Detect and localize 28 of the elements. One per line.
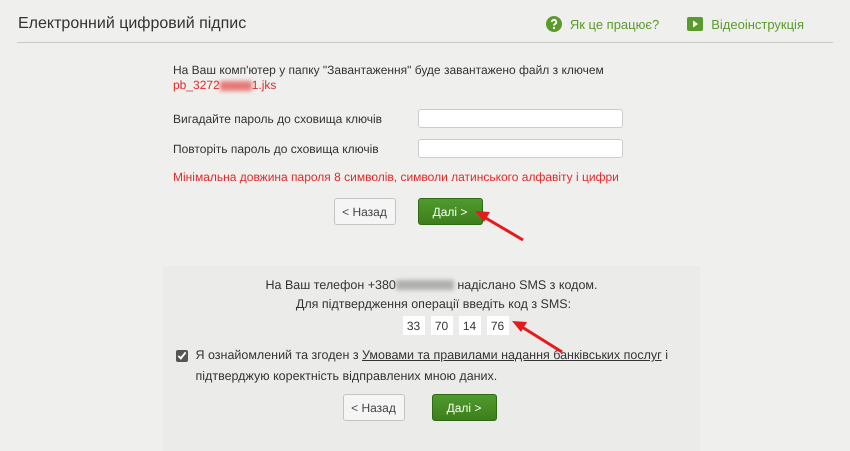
- password-hint: Мінімальна довжина пароля 8 символів, символи латинського алфавіту і цифри: [173, 170, 620, 184]
- phone-notice: На Ваш телефон +380: [266, 278, 396, 292]
- file-name: 1.jks: [252, 78, 276, 93]
- redaction-blur: [396, 280, 454, 290]
- back-button[interactable]: < Назад: [342, 394, 404, 421]
- page-title: Електронний цифровий підпис: [18, 15, 248, 33]
- password-field[interactable]: [418, 109, 623, 128]
- field-label: Вигадайте пароль до сховища ключів: [173, 112, 382, 126]
- help-icon: [546, 16, 562, 32]
- file-name: pb_3272: [173, 78, 220, 93]
- back-button[interactable]: < Назад: [334, 198, 396, 225]
- field-label: Повторіть пароль до сховища ключів: [173, 142, 379, 156]
- code-digit-field[interactable]: 76: [486, 316, 508, 335]
- next-button[interactable]: Далі >: [418, 198, 482, 225]
- arrow: [475, 211, 524, 242]
- redaction-blur: [220, 80, 252, 90]
- code-digit-field[interactable]: 33: [402, 316, 424, 335]
- code-digit-field[interactable]: 70: [430, 316, 452, 335]
- phone-notice: надіслано SMS з кодом.: [456, 278, 598, 292]
- download-notice: На Ваш комп'ютер у папку "Завантаження" буде завантажено файл з ключем: [173, 63, 605, 78]
- code-digit-field[interactable]: 14: [458, 316, 480, 335]
- agreement-text: Я ознайомлений та згоден з Умовами та правилами надання банківських послуг і підтверджую коректність відправлених мною даних.: [196, 347, 669, 385]
- next-button[interactable]: Далі >: [432, 394, 496, 421]
- code-prompt: Для підтвердження операції введіть код з SMS:: [296, 297, 572, 311]
- terms-link[interactable]: Умовами та правилами надання банківських послуг: [362, 348, 662, 362]
- agree-checkbox[interactable]: [176, 350, 188, 362]
- password-field[interactable]: [418, 139, 623, 158]
- play-icon: [687, 17, 704, 31]
